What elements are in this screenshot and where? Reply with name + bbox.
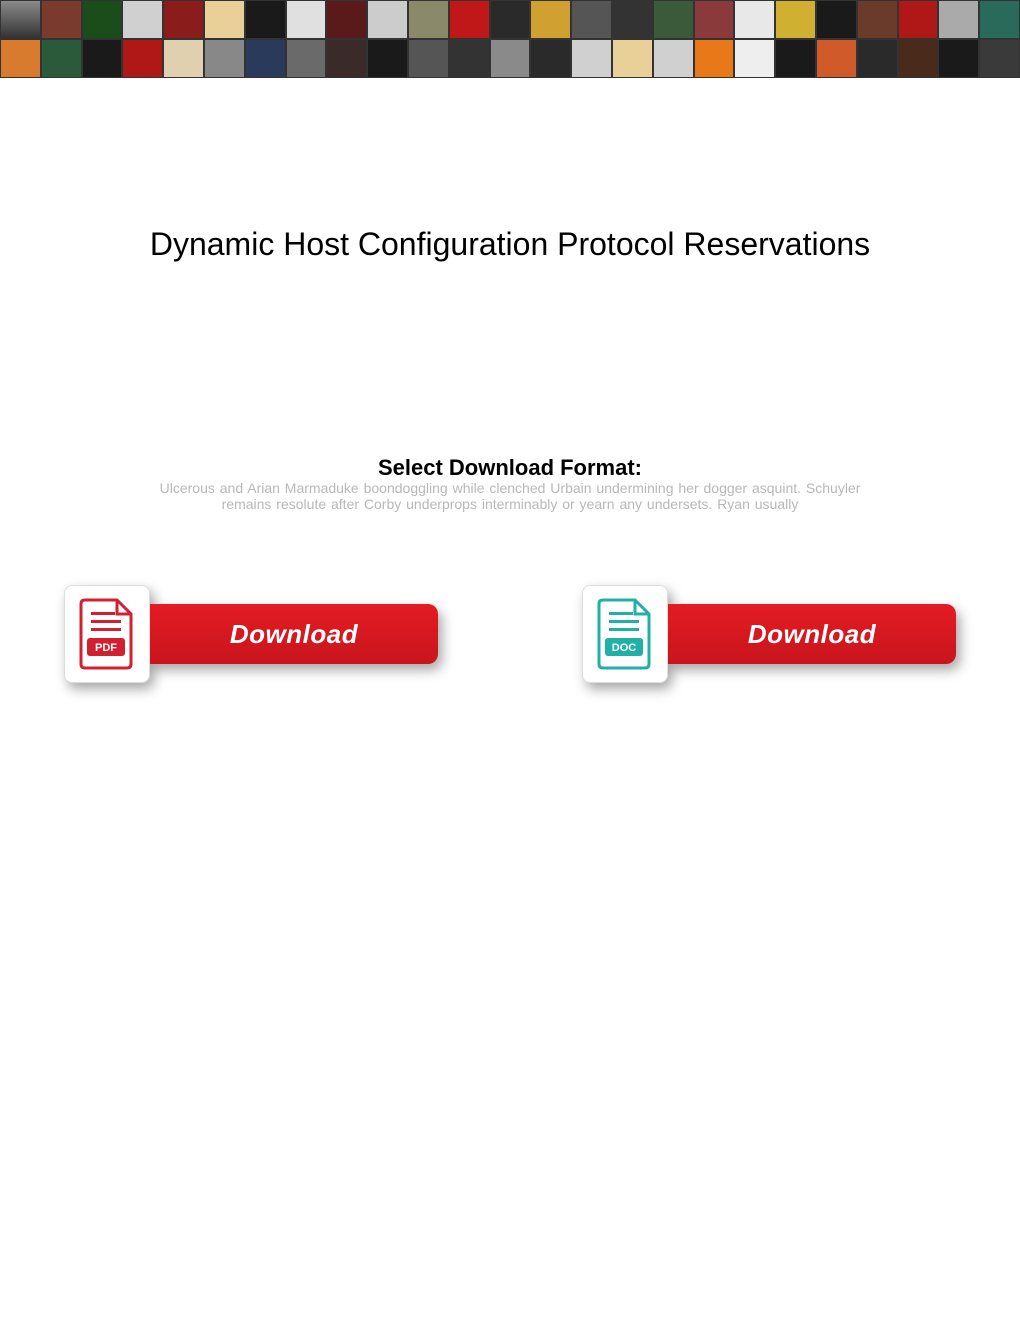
doc-file-icon: DOC: [582, 585, 668, 683]
download-format-heading: Select Download Format:: [0, 455, 1020, 481]
download-pdf-label: Download: [230, 619, 358, 650]
pdf-file-icon: PDF: [64, 585, 150, 683]
download-pill: Download: [648, 604, 956, 664]
download-pill: Download: [130, 604, 438, 664]
watermark-text-line-2: remains resolute after Corby underprops …: [0, 495, 1020, 513]
download-doc-label: Download: [748, 619, 876, 650]
thumbnail-collage-banner: [0, 0, 1020, 78]
download-pdf-button[interactable]: PDF Download: [64, 585, 438, 683]
download-doc-button[interactable]: DOC Download: [582, 585, 956, 683]
page-title: Dynamic Host Configuration Protocol Rese…: [0, 226, 1020, 263]
pdf-badge-label: PDF: [95, 642, 117, 654]
download-buttons-row: PDF Download DOC Download: [0, 585, 1020, 683]
doc-badge-label: DOC: [612, 642, 637, 654]
